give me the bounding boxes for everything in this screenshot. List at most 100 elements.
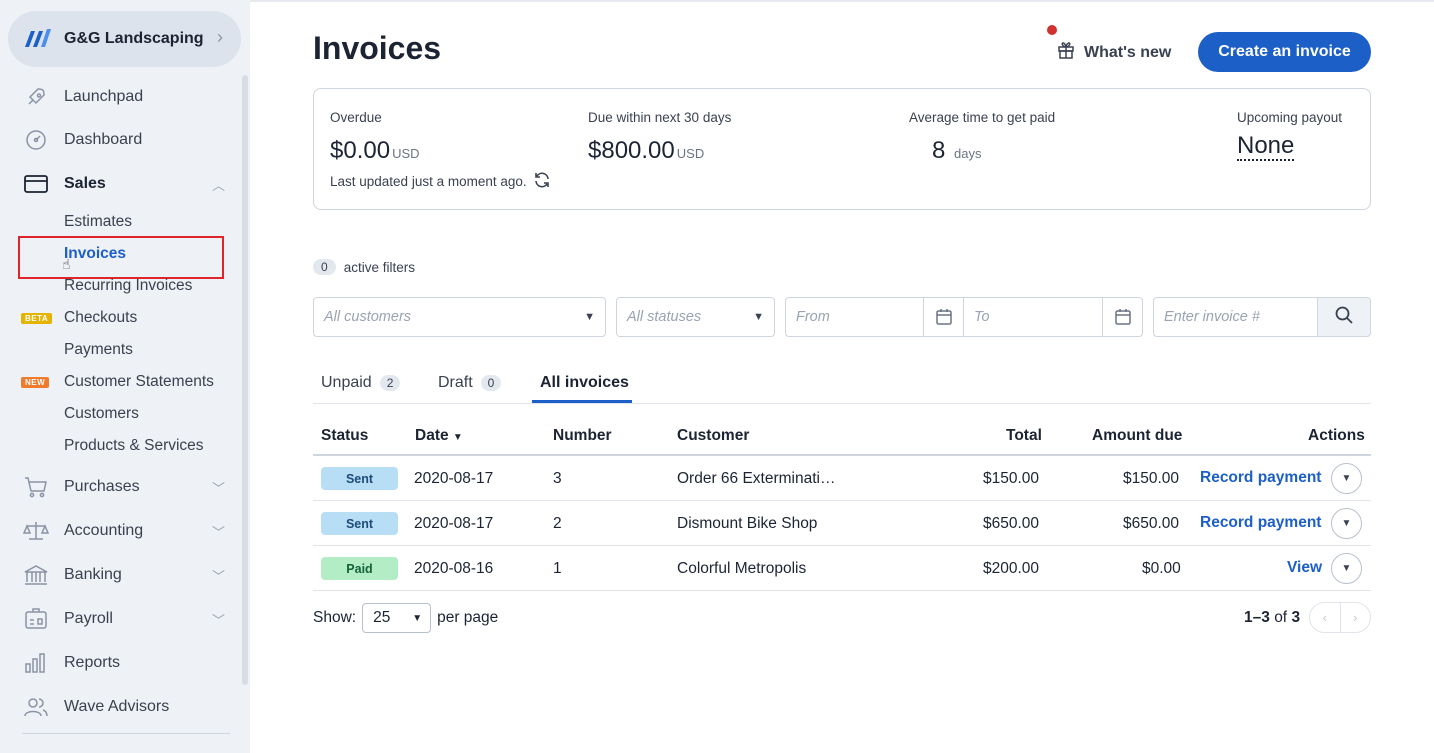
- col-date[interactable]: Date ▼: [415, 427, 463, 445]
- row-date: 2020-08-17: [414, 515, 494, 532]
- search-button[interactable]: [1317, 297, 1371, 337]
- col-total: Total: [1006, 427, 1042, 444]
- row-actions-dropdown[interactable]: ▼: [1331, 463, 1362, 494]
- next-page-button[interactable]: ›: [1339, 603, 1371, 632]
- nav-accounting[interactable]: Accounting ﹀: [0, 513, 240, 549]
- to-date-placeholder: To: [974, 309, 990, 325]
- nav-reports[interactable]: Reports: [0, 645, 240, 681]
- create-invoice-button[interactable]: Create an invoice: [1198, 32, 1371, 72]
- row-actions-dropdown[interactable]: ▼: [1331, 553, 1362, 584]
- customer-select[interactable]: All customers ▼: [313, 297, 606, 337]
- refresh-icon[interactable]: [533, 171, 551, 192]
- nav-products-services[interactable]: Products & Services: [64, 434, 204, 458]
- nav-purchases-label: Purchases: [64, 478, 140, 495]
- gift-icon: [1057, 41, 1075, 64]
- chevron-down-icon: ﹀: [212, 612, 226, 628]
- avg-time-number: 8: [932, 137, 946, 164]
- hand-cursor-icon: ☝: [62, 256, 71, 272]
- status-select[interactable]: All statuses ▼: [616, 297, 775, 337]
- due30-amount: $800.00: [588, 137, 675, 164]
- tab-all-invoices-label: All invoices: [540, 374, 629, 391]
- sidebar-scrollbar[interactable]: [242, 75, 248, 685]
- active-tab-indicator: [532, 400, 632, 403]
- row-total: $200.00: [983, 560, 1040, 577]
- scales-icon: [23, 518, 49, 544]
- invoice-number-placeholder: Enter invoice #: [1164, 309, 1260, 325]
- caret-down-icon: ▼: [1341, 518, 1352, 529]
- tab-unpaid[interactable]: Unpaid 2: [321, 362, 401, 404]
- table-row[interactable]: Sent 2020-08-17 3 Order 66 Exterminati… …: [313, 456, 1371, 501]
- active-filters: 0 active filters: [313, 259, 415, 275]
- prev-page-button[interactable]: ‹: [1310, 603, 1340, 632]
- overdue-value: $0.00 USD: [330, 137, 420, 165]
- page-of-label: of: [1274, 609, 1288, 626]
- nav-customers[interactable]: Customers: [64, 402, 139, 426]
- nav-launchpad-label: Launchpad: [64, 88, 144, 105]
- calendar-icon[interactable]: [1102, 298, 1142, 336]
- nav-reports-label: Reports: [64, 654, 121, 671]
- due30-label: Due within next 30 days: [588, 110, 732, 125]
- nav-recurring-invoices[interactable]: Recurring Invoices: [64, 274, 192, 298]
- dashboard-gauge-icon: [23, 127, 49, 153]
- per-page-value: 25: [373, 609, 391, 626]
- col-status: Status: [321, 427, 369, 444]
- table-row[interactable]: Paid 2020-08-16 1 Colorful Metropolis $2…: [313, 546, 1371, 591]
- nav-purchases[interactable]: Purchases ﹀: [0, 469, 240, 505]
- top-divider: [250, 0, 1434, 2]
- from-date-input[interactable]: From: [785, 297, 964, 337]
- invoice-tabs: Unpaid 2 Draft 0 All invoices: [313, 362, 1371, 404]
- nav-checkouts[interactable]: Checkouts: [64, 306, 137, 330]
- caret-down-icon: ▼: [412, 612, 423, 624]
- invoice-number-input[interactable]: Enter invoice #: [1153, 297, 1318, 337]
- avg-time-unit: days: [954, 146, 982, 161]
- row-date: 2020-08-16: [414, 560, 494, 577]
- nav-banking[interactable]: Banking ﹀: [0, 557, 240, 593]
- chevron-right-icon: ›: [217, 27, 223, 47]
- nav-sales-label: Sales: [64, 175, 106, 192]
- nav-wave-advisors-label: Wave Advisors: [64, 698, 170, 715]
- col-actions: Actions: [1308, 427, 1365, 444]
- tab-draft[interactable]: Draft 0: [438, 362, 502, 404]
- tab-unpaid-count: 2: [379, 375, 401, 391]
- record-payment-link[interactable]: Record payment: [1200, 469, 1321, 487]
- per-page-control: Show: 25 ▼ per page: [313, 603, 498, 633]
- beta-badge: BETA: [21, 313, 53, 324]
- caret-down-icon: ▼: [1341, 473, 1352, 484]
- col-date-label: Date: [415, 427, 449, 444]
- chevron-up-icon: ︿: [212, 177, 226, 193]
- payout-label: Upcoming payout: [1237, 110, 1343, 125]
- view-link[interactable]: View: [1287, 559, 1322, 577]
- nav-customer-statements[interactable]: Customer Statements: [64, 370, 214, 394]
- nav-payroll[interactable]: Payroll ﹀: [0, 601, 240, 637]
- status-badge: Sent: [321, 512, 398, 535]
- business-switcher[interactable]: G&G Landscaping ›: [8, 11, 241, 67]
- record-payment-link[interactable]: Record payment: [1200, 514, 1321, 532]
- caret-down-icon: ▼: [584, 311, 595, 323]
- nav-sales[interactable]: Sales ︿: [0, 166, 240, 202]
- to-date-input[interactable]: To: [963, 297, 1143, 337]
- nav-dashboard[interactable]: Dashboard: [0, 122, 240, 158]
- last-updated: Last updated just a moment ago.: [330, 171, 551, 192]
- invoice-summary-card: Overdue $0.00 USD Last updated just a mom…: [313, 88, 1371, 210]
- row-actions-dropdown[interactable]: ▼: [1331, 508, 1362, 539]
- calendar-icon[interactable]: [923, 298, 963, 336]
- business-name: G&G Landscaping: [64, 30, 204, 47]
- nav-payments[interactable]: Payments: [64, 338, 133, 362]
- show-label: Show:: [313, 609, 357, 626]
- people-icon: [23, 694, 49, 720]
- nav-launchpad[interactable]: Launchpad: [0, 79, 240, 115]
- bank-icon: [23, 562, 49, 588]
- nav-estimates[interactable]: Estimates: [64, 210, 132, 234]
- chevron-down-icon: ﹀: [212, 568, 226, 584]
- chevron-down-icon: ﹀: [212, 480, 226, 496]
- row-amount-due: $0.00: [1142, 560, 1181, 577]
- whats-new-button[interactable]: What's new: [1057, 41, 1171, 64]
- tab-draft-label: Draft: [438, 374, 473, 391]
- per-page-select[interactable]: 25 ▼: [362, 603, 432, 633]
- rocket-icon: [23, 84, 49, 110]
- nav-wave-advisors[interactable]: Wave Advisors: [0, 689, 240, 725]
- table-row[interactable]: Sent 2020-08-17 2 Dismount Bike Shop $65…: [313, 501, 1371, 546]
- col-number: Number: [553, 427, 612, 444]
- payout-value[interactable]: None: [1237, 133, 1295, 161]
- tab-all-invoices[interactable]: All invoices: [540, 362, 629, 404]
